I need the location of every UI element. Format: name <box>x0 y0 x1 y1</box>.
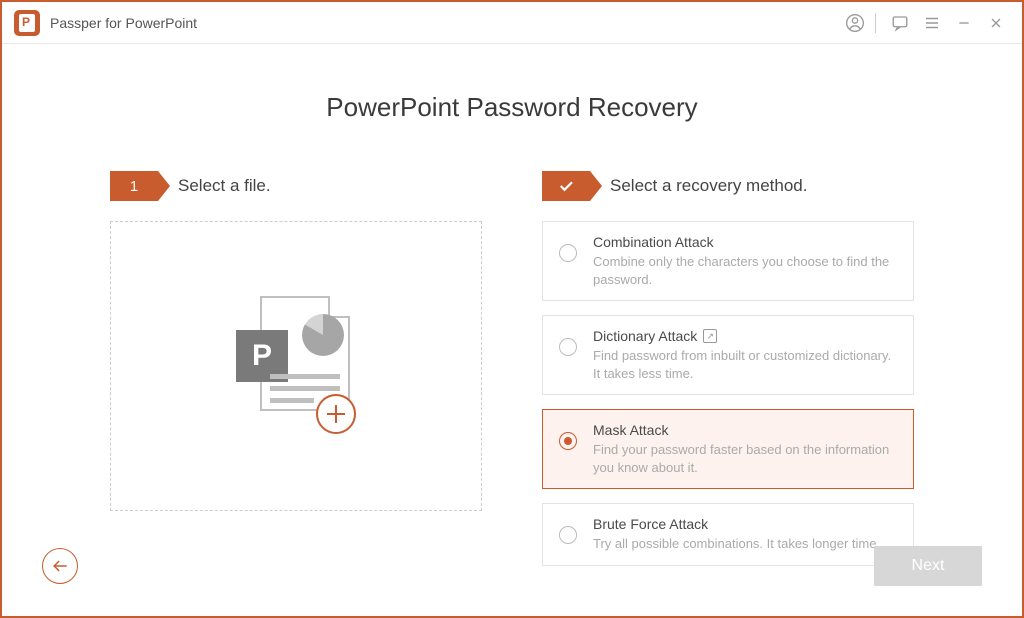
step-2-label: Select a recovery method. <box>610 176 807 196</box>
minimize-button[interactable] <box>950 9 978 37</box>
app-title: Passper for PowerPoint <box>50 15 197 31</box>
method-title: Brute Force Attack <box>593 516 880 532</box>
dictionary-config-icon: ↗ <box>703 329 717 343</box>
select-file-column: 1 Select a file. P <box>110 171 482 566</box>
page-title: PowerPoint Password Recovery <box>2 92 1022 123</box>
step-2-badge <box>542 171 590 201</box>
method-title: Mask Attack <box>593 422 895 438</box>
method-title: Combination Attack <box>593 234 895 250</box>
file-illustration: P <box>236 296 356 436</box>
method-desc: Find your password faster based on the i… <box>593 441 895 476</box>
step-1-badge: 1 <box>110 171 158 201</box>
method-dictionary[interactable]: Dictionary Attack ↗ Find password from i… <box>542 315 914 395</box>
method-combination[interactable]: Combination Attack Combine only the char… <box>542 221 914 301</box>
menu-icon[interactable] <box>918 9 946 37</box>
method-desc: Find password from inbuilt or customized… <box>593 347 895 382</box>
step-1-label: Select a file. <box>178 176 271 196</box>
titlebar: Passper for PowerPoint <box>2 2 1022 44</box>
method-title: Dictionary Attack ↗ <box>593 328 895 344</box>
footer: Next <box>2 546 1022 586</box>
method-list: Combination Attack Combine only the char… <box>542 221 914 566</box>
radio-icon <box>559 244 577 262</box>
feedback-icon[interactable] <box>886 9 914 37</box>
content: 1 Select a file. P Select a recovery met… <box>2 171 1022 566</box>
chart-icon <box>302 314 344 356</box>
next-button[interactable]: Next <box>874 546 982 586</box>
recovery-method-column: Select a recovery method. Combination At… <box>542 171 914 566</box>
account-icon[interactable] <box>841 9 869 37</box>
step-2-header: Select a recovery method. <box>542 171 914 201</box>
radio-icon <box>559 432 577 450</box>
app-logo <box>14 10 40 36</box>
back-button[interactable] <box>42 548 78 584</box>
close-button[interactable] <box>982 9 1010 37</box>
add-file-icon[interactable] <box>316 394 356 434</box>
method-mask[interactable]: Mask Attack Find your password faster ba… <box>542 409 914 489</box>
radio-icon <box>559 526 577 544</box>
separator <box>875 13 876 33</box>
method-desc: Combine only the characters you choose t… <box>593 253 895 288</box>
file-dropzone[interactable]: P <box>110 221 482 511</box>
step-1-header: 1 Select a file. <box>110 171 482 201</box>
radio-icon <box>559 338 577 356</box>
